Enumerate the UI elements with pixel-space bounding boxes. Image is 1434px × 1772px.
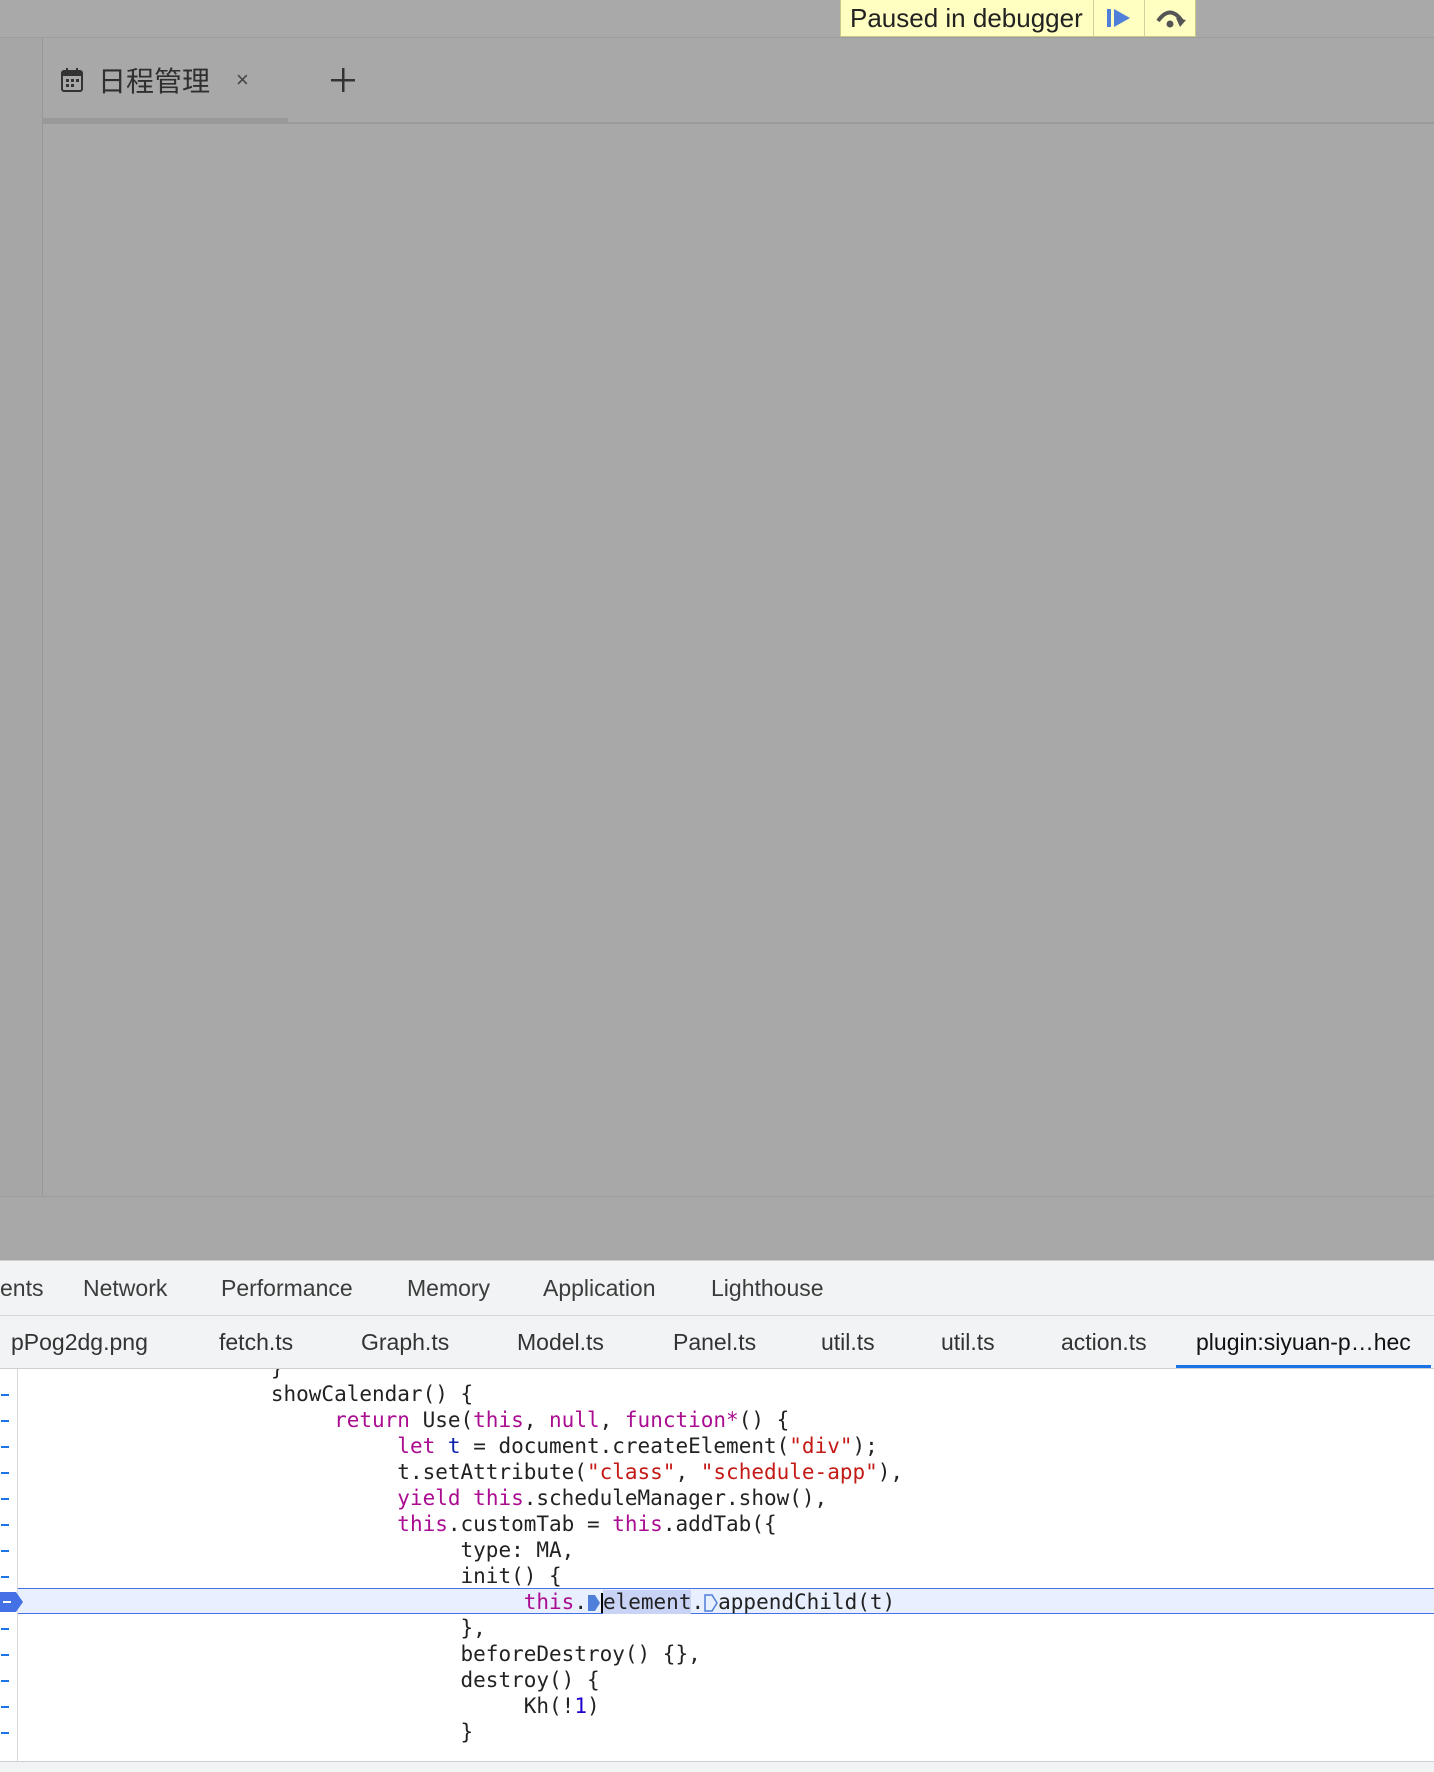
code-line: yield this.scheduleManager.show(),	[397, 1486, 828, 1510]
gutter-marker	[1, 1498, 9, 1500]
tab-title: 日程管理	[98, 65, 211, 98]
tab-schedule-manager[interactable]: 日程管理 ×	[43, 38, 288, 124]
tab-content-area	[43, 124, 1434, 1196]
gutter-marker	[1, 1446, 9, 1448]
code-line: return Use(this, null, function*() {	[334, 1408, 790, 1432]
tab-network[interactable]: Network	[83, 1261, 167, 1315]
gutter-marker	[1, 1654, 9, 1656]
tab-elements[interactable]: ents	[0, 1261, 43, 1315]
line-number-gutter[interactable]	[0, 1369, 18, 1761]
code-line: init() {	[460, 1564, 562, 1588]
devtools-panel-tabs: ents Network Performance Memory Applicat…	[0, 1261, 1434, 1316]
code-line: showCalendar() {	[18, 1382, 474, 1406]
resume-button[interactable]	[1092, 0, 1144, 36]
sources-status-bar	[0, 1761, 1434, 1772]
inline-breakpoint-inactive-icon[interactable]	[704, 1594, 719, 1612]
file-tab[interactable]: fetch.ts	[219, 1316, 293, 1368]
tab-close-icon[interactable]: ×	[236, 67, 249, 93]
calendar-icon	[61, 68, 83, 92]
code-line: }	[460, 1720, 474, 1744]
gutter-marker	[1, 1732, 9, 1734]
gutter-marker	[1, 1576, 9, 1578]
app-status-area	[0, 1196, 1434, 1261]
file-tab[interactable]: pPog2dg.png	[11, 1316, 148, 1368]
resume-icon	[1106, 9, 1130, 27]
code-line: beforeDestroy() {},	[460, 1642, 701, 1666]
code-line: this.customTab = this.addTab({	[397, 1512, 777, 1536]
add-tab-button[interactable]	[321, 58, 365, 102]
plus-icon	[331, 68, 355, 92]
file-tab[interactable]: util.ts	[941, 1316, 995, 1368]
left-dock	[0, 38, 43, 1196]
inline-breakpoint-active-icon[interactable]	[587, 1594, 601, 1612]
gutter-marker	[1, 1420, 9, 1422]
code-line: }	[18, 1369, 284, 1381]
devtools-panel: ents Network Performance Memory Applicat…	[0, 1260, 1434, 1772]
execution-pointer-icon[interactable]	[0, 1589, 24, 1615]
tab-performance[interactable]: Performance	[221, 1261, 353, 1315]
app-tab-bar: 日程管理 ×	[43, 38, 1434, 124]
source-code-editor[interactable]: } showCalendar() { return Use(this, null…	[0, 1369, 1434, 1761]
step-over-button[interactable]	[1143, 0, 1195, 36]
app-top-bar: Paused in debugger	[0, 0, 1434, 38]
file-tab-active[interactable]: plugin:siyuan-p…hec	[1176, 1316, 1431, 1368]
gutter-marker	[1, 1680, 9, 1682]
file-tab[interactable]: Graph.ts	[361, 1316, 449, 1368]
paused-label: Paused in debugger	[850, 2, 1083, 33]
gutter-marker	[1, 1550, 9, 1552]
gutter-marker	[1, 1524, 9, 1526]
code-line: let t = document.createElement("div");	[397, 1434, 878, 1458]
sources-file-tabs: pPog2dg.png fetch.ts Graph.ts Model.ts P…	[0, 1316, 1434, 1369]
file-tab[interactable]: action.ts	[1061, 1316, 1147, 1368]
file-tab[interactable]: Model.ts	[517, 1316, 604, 1368]
code-line: },	[460, 1616, 486, 1640]
gutter-marker	[1, 1472, 9, 1474]
tab-memory[interactable]: Memory	[407, 1261, 490, 1315]
paused-in-debugger-banner: Paused in debugger	[840, 0, 1196, 37]
code-line: t.setAttribute("class", "schedule-app"),	[397, 1460, 904, 1484]
file-tab[interactable]: Panel.ts	[673, 1316, 756, 1368]
gutter-marker	[1, 1628, 9, 1630]
current-execution-line: this. element. appendChild(t)	[18, 1588, 1434, 1614]
step-over-icon	[1156, 10, 1186, 28]
code-line: Kh(!1)	[523, 1694, 600, 1718]
code-line: destroy() {	[460, 1668, 600, 1692]
gutter-marker	[1, 1394, 9, 1396]
code-line: type: MA,	[460, 1538, 575, 1562]
gutter-marker	[1, 1706, 9, 1708]
file-tab[interactable]: util.ts	[821, 1316, 875, 1368]
tab-lighthouse[interactable]: Lighthouse	[711, 1261, 824, 1315]
tab-application[interactable]: Application	[543, 1261, 656, 1315]
